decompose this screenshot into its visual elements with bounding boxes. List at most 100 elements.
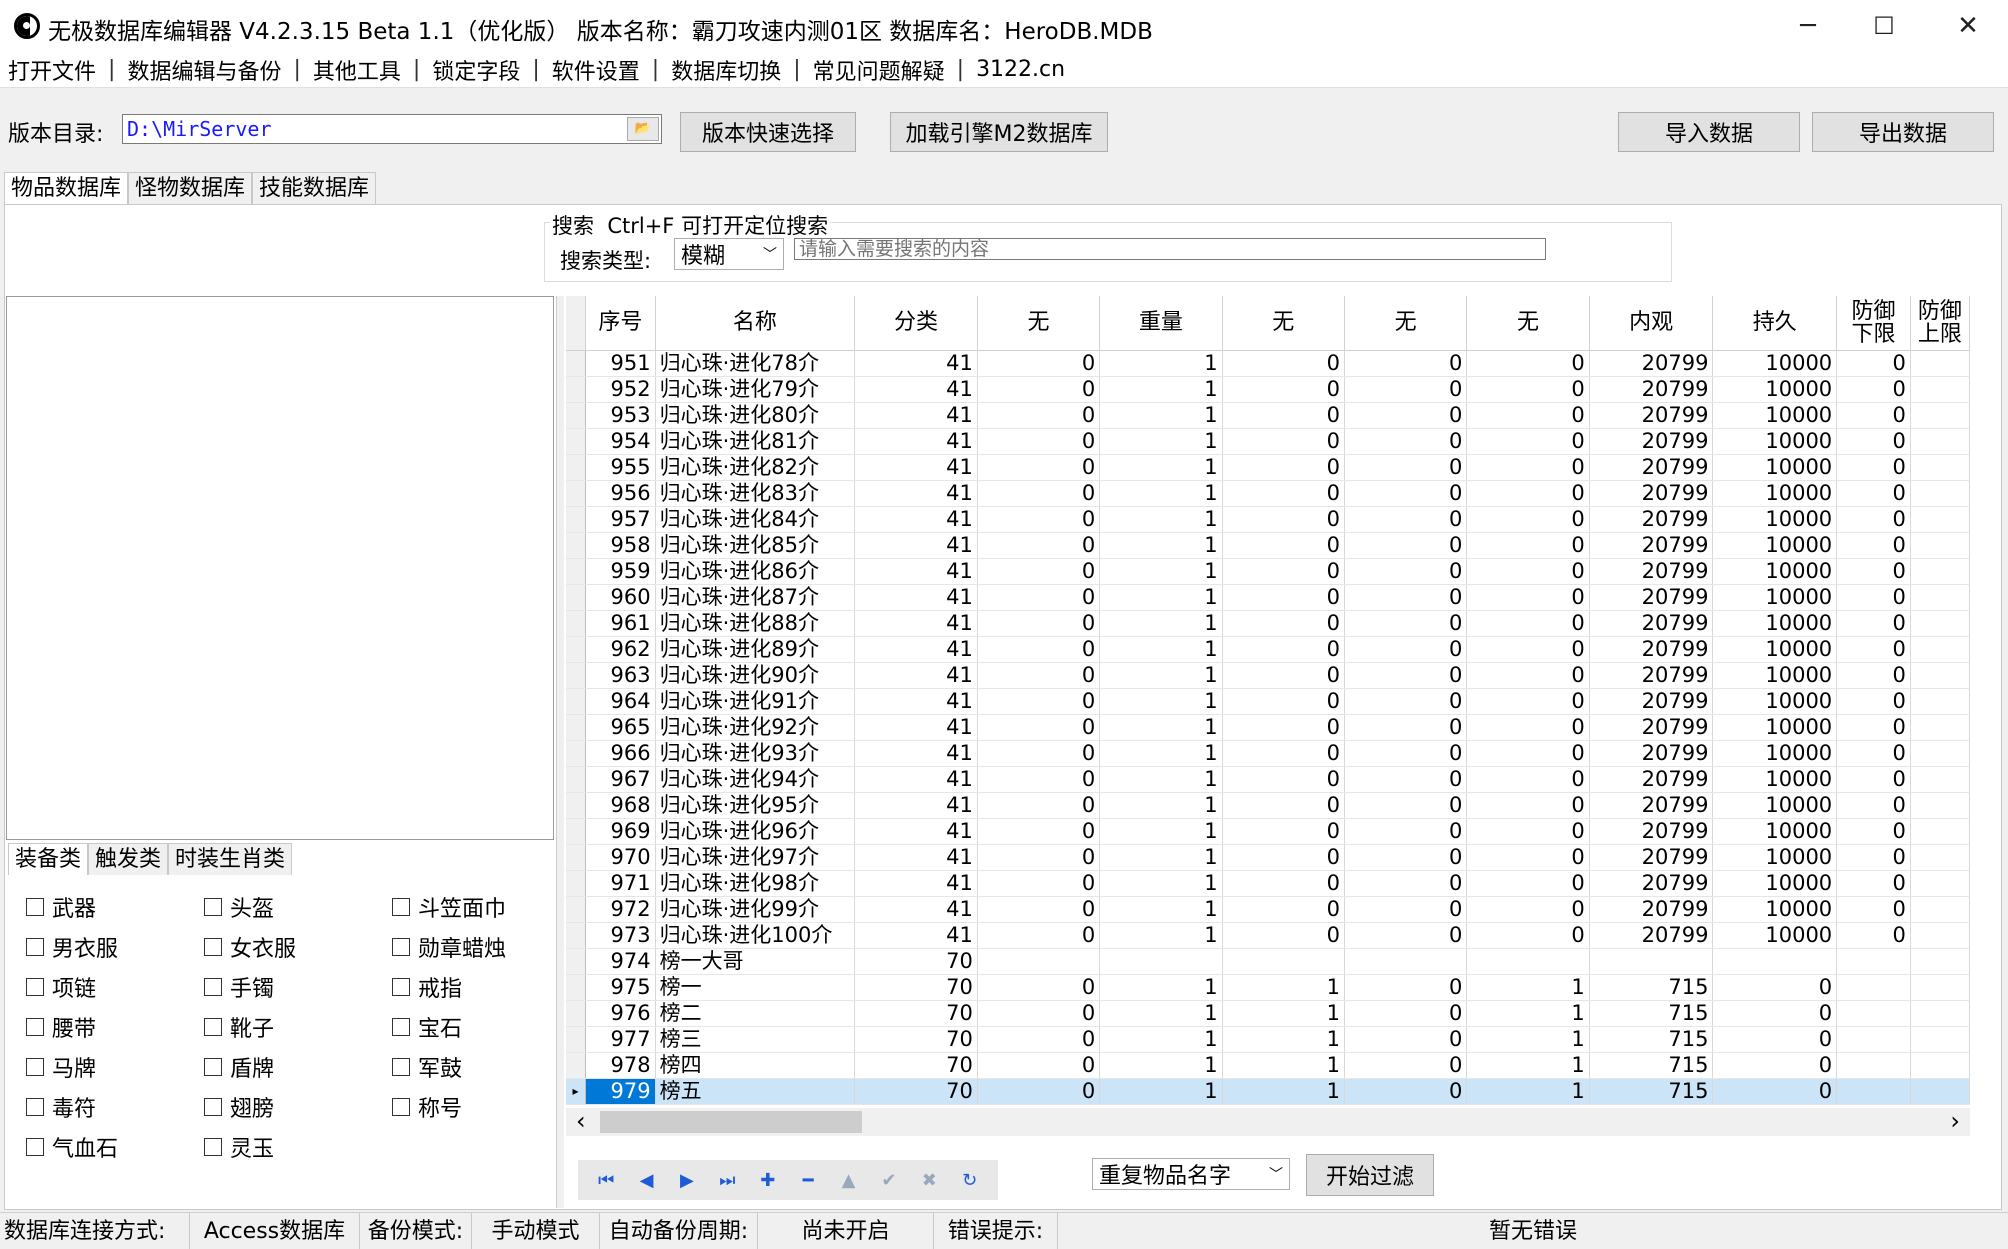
table-cell[interactable]: 0 [977, 844, 1101, 871]
table-cell[interactable]: 20799 [1589, 792, 1714, 819]
table-cell[interactable]: 0 [1836, 376, 1911, 403]
table-cell[interactable]: 10000 [1712, 740, 1838, 767]
table-cell[interactable]: 归心珠·进化90介 [655, 662, 856, 689]
table-cell[interactable]: 20799 [1589, 922, 1714, 949]
table-cell[interactable]: 0 [1344, 558, 1468, 585]
row-indicator[interactable] [566, 558, 587, 585]
table-cell[interactable]: 715 [1589, 1000, 1714, 1027]
table-cell[interactable]: 0 [1344, 1026, 1468, 1053]
table-row[interactable]: 962 归心珠·进化89介 41 0 1 0 0 0 20799 10000 0 [566, 636, 1970, 663]
table-cell[interactable]: 归心珠·进化81介 [655, 428, 856, 455]
table-cell[interactable]: 归心珠·进化95介 [655, 792, 856, 819]
table-cell[interactable]: 0 [1466, 480, 1590, 507]
row-indicator[interactable] [566, 584, 587, 611]
table-cell[interactable]: 70 [854, 974, 978, 1001]
table-cell[interactable]: 20799 [1589, 428, 1714, 455]
category-checkbox[interactable]: 盾牌 [204, 1051, 274, 1083]
table-cell[interactable]: 10000 [1712, 792, 1838, 819]
tab-monster-db[interactable]: 怪物数据库 [128, 172, 253, 204]
table-cell[interactable]: 970 [585, 844, 656, 871]
table-cell[interactable]: 0 [1344, 402, 1468, 429]
table-cell[interactable]: 0 [1466, 558, 1590, 585]
close-button[interactable]: ✕ [1930, 0, 2006, 52]
menu-item-2[interactable]: 其他工具 [313, 54, 401, 86]
table-cell[interactable]: 0 [1344, 870, 1468, 897]
table-cell[interactable]: 956 [585, 480, 656, 507]
table-row[interactable]: 958 归心珠·进化85介 41 0 1 0 0 0 20799 10000 0 [566, 532, 1970, 559]
table-cell[interactable]: 20799 [1589, 844, 1714, 871]
table-cell[interactable]: 0 [1712, 974, 1838, 1001]
table-row[interactable]: 956 归心珠·进化83介 41 0 1 0 0 0 20799 10000 0 [566, 480, 1970, 507]
table-cell[interactable]: 0 [1344, 740, 1468, 767]
table-cell[interactable]: 20799 [1589, 402, 1714, 429]
table-cell[interactable]: 1 [1099, 454, 1223, 481]
table-cell[interactable]: 965 [585, 714, 656, 741]
table-cell[interactable]: 10000 [1712, 870, 1838, 897]
table-cell[interactable]: 1 [1099, 532, 1223, 559]
row-indicator[interactable]: ▸ [566, 1078, 587, 1105]
table-cell[interactable] [1910, 1000, 1970, 1027]
table-cell[interactable]: 归心珠·进化99介 [655, 896, 856, 923]
table-cell[interactable]: 1 [1222, 1026, 1345, 1053]
column-header[interactable]: 无 [1222, 296, 1345, 351]
table-cell[interactable] [1910, 480, 1970, 507]
table-cell[interactable]: 0 [1222, 792, 1345, 819]
table-cell[interactable] [1910, 1052, 1970, 1079]
table-cell[interactable] [1910, 350, 1970, 377]
table-cell[interactable]: 0 [1344, 844, 1468, 871]
tab-equipment[interactable]: 装备类 [8, 843, 89, 875]
row-indicator[interactable] [566, 480, 587, 507]
table-cell[interactable]: 70 [854, 1026, 978, 1053]
table-row[interactable]: 973 归心珠·进化100介 41 0 1 0 0 0 20799 10000 0 [566, 922, 1970, 949]
post-icon[interactable]: ✔ [874, 1170, 904, 1191]
table-cell[interactable]: 归心珠·进化93介 [655, 740, 856, 767]
table-cell[interactable]: 0 [977, 636, 1101, 663]
table-cell[interactable]: 1 [1099, 766, 1223, 793]
table-cell[interactable]: 0 [1222, 922, 1345, 949]
table-cell[interactable]: 1 [1099, 428, 1223, 455]
table-cell[interactable] [1910, 896, 1970, 923]
table-cell[interactable]: 归心珠·进化88介 [655, 610, 856, 637]
table-cell[interactable]: 0 [1712, 1052, 1838, 1079]
table-cell[interactable]: 1 [1099, 1078, 1223, 1105]
table-cell[interactable]: 归心珠·进化92介 [655, 714, 856, 741]
table-cell[interactable]: 10000 [1712, 818, 1838, 845]
table-cell[interactable] [1836, 948, 1911, 975]
category-checkbox[interactable]: 女衣服 [204, 931, 296, 963]
table-row[interactable]: 954 归心珠·进化81介 41 0 1 0 0 0 20799 10000 0 [566, 428, 1970, 455]
row-indicator[interactable] [566, 844, 587, 871]
table-cell[interactable]: 1 [1099, 792, 1223, 819]
table-cell[interactable] [1910, 402, 1970, 429]
table-cell[interactable]: 榜一 [655, 974, 856, 1001]
scroll-right-icon[interactable]: › [1950, 1108, 1960, 1134]
tab-skill-db[interactable]: 技能数据库 [252, 172, 377, 204]
tab-fashion[interactable]: 时装生肖类 [168, 843, 293, 875]
table-cell[interactable]: 0 [1466, 766, 1590, 793]
menu-item-5[interactable]: 数据库切换 [671, 54, 781, 86]
table-cell[interactable]: 41 [854, 792, 978, 819]
table-cell[interactable]: 0 [1222, 714, 1345, 741]
table-cell[interactable]: 41 [854, 402, 978, 429]
table-cell[interactable]: 0 [1836, 922, 1911, 949]
table-cell[interactable]: 0 [977, 610, 1101, 637]
table-cell[interactable]: 20799 [1589, 350, 1714, 377]
table-cell[interactable]: 0 [977, 818, 1101, 845]
table-cell[interactable] [1910, 454, 1970, 481]
table-cell[interactable]: 0 [1466, 402, 1590, 429]
table-cell[interactable]: 1 [1466, 974, 1590, 1001]
table-cell[interactable]: 10000 [1712, 558, 1838, 585]
table-cell[interactable]: 10000 [1712, 532, 1838, 559]
column-header[interactable]: 无 [1344, 296, 1468, 351]
table-cell[interactable]: 41 [854, 922, 978, 949]
table-cell[interactable]: 0 [1836, 610, 1911, 637]
table-cell[interactable] [1836, 1052, 1911, 1079]
table-cell[interactable]: 0 [1836, 532, 1911, 559]
row-indicator[interactable] [566, 896, 587, 923]
table-cell[interactable]: 0 [1466, 662, 1590, 689]
table-cell[interactable]: 20799 [1589, 506, 1714, 533]
quick-select-button[interactable]: 版本快速选择 [680, 112, 856, 152]
prev-icon[interactable]: ◀ [632, 1170, 662, 1191]
table-cell[interactable]: 0 [1344, 792, 1468, 819]
table-cell[interactable]: 0 [1222, 428, 1345, 455]
table-cell[interactable]: 972 [585, 896, 656, 923]
